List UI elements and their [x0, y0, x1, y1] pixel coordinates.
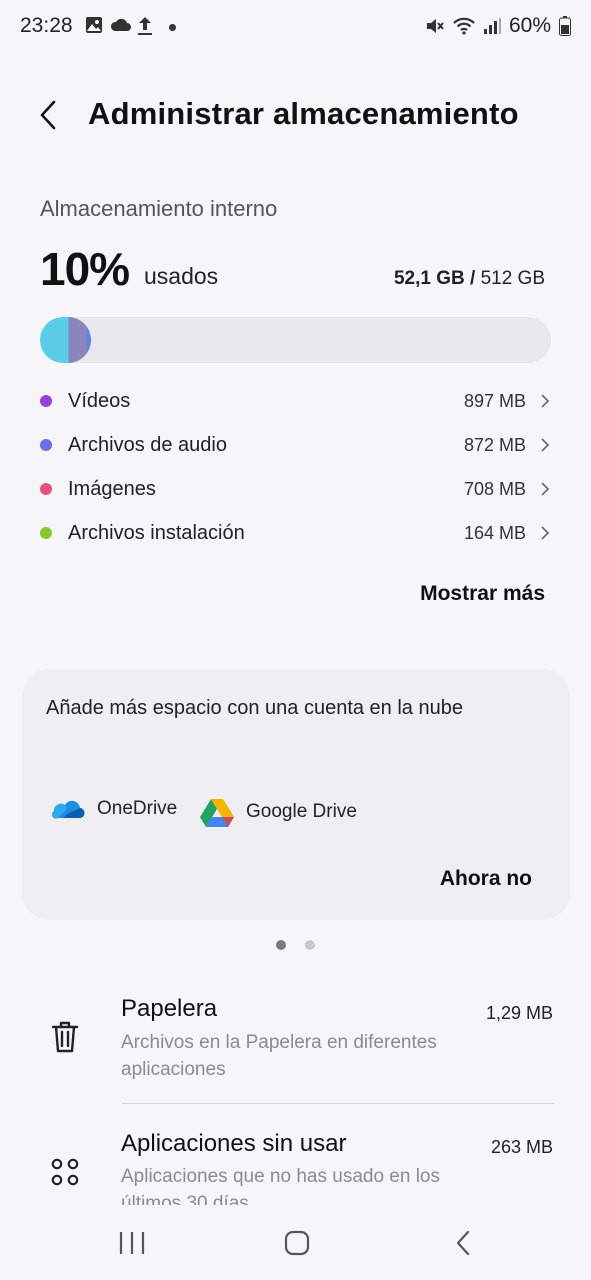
divider	[121, 1103, 554, 1104]
mute-icon	[426, 19, 444, 33]
home-icon[interactable]	[283, 1229, 311, 1257]
gallery-icon	[86, 17, 102, 33]
chevron-right-icon	[541, 526, 550, 540]
trash-icon	[51, 1021, 79, 1053]
category-size: 708 MB	[463, 478, 526, 499]
category-size: 164 MB	[463, 522, 526, 543]
category-row[interactable]: Archivos de audio 872 MB	[40, 427, 550, 463]
pager-dot	[305, 940, 315, 950]
show-more-button[interactable]: Mostrar más	[420, 582, 545, 606]
signal-icon	[483, 18, 501, 34]
category-dot	[40, 483, 52, 495]
category-label: Archivos de audio	[68, 433, 227, 456]
notification-dot-icon	[169, 24, 176, 31]
status-right: 60%	[425, 14, 571, 38]
usage-percent: 10%	[40, 243, 130, 295]
category-dot	[40, 395, 52, 407]
category-row[interactable]: Archivos instalación 164 MB	[40, 515, 550, 551]
onedrive-label: OneDrive	[97, 798, 178, 819]
battery-percent: 60%	[508, 14, 551, 37]
upload-icon	[138, 17, 152, 35]
category-dot	[40, 527, 52, 539]
trash-title: Papelera	[121, 995, 218, 1022]
trash-size: 1,29 MB	[485, 1003, 553, 1023]
category-label: Vídeos	[68, 389, 131, 412]
unused-apps-size: 263 MB	[490, 1137, 553, 1157]
storage-total: 52,1 GB / 512 GB	[394, 268, 545, 290]
category-size: 872 MB	[463, 434, 526, 455]
nav-back-icon[interactable]	[452, 1229, 474, 1257]
storage-capacity: 512 GB	[480, 268, 545, 289]
chevron-right-icon	[541, 438, 550, 452]
category-label: Archivos instalación	[68, 521, 245, 544]
usage-label: usados	[144, 263, 219, 289]
apps-icon	[51, 1158, 79, 1186]
category-label: Imágenes	[68, 477, 156, 500]
google-drive-option[interactable]: Google Drive	[200, 797, 357, 827]
pager-dot-active	[276, 940, 286, 950]
google-drive-icon	[200, 799, 234, 827]
navigation-bar	[0, 1205, 591, 1280]
category-row[interactable]: Imágenes 708 MB	[40, 471, 550, 507]
not-now-button[interactable]: Ahora no	[440, 867, 532, 891]
back-button[interactable]	[30, 94, 70, 138]
status-time: 23:28	[20, 14, 73, 37]
category-dot	[40, 439, 52, 451]
section-title: Almacenamiento interno	[40, 196, 278, 221]
back-chevron-icon	[40, 100, 56, 130]
storage-usage-bar	[40, 317, 551, 363]
unused-apps-subtitle: Aplicaciones que no has usado en los últ…	[121, 1166, 441, 1205]
category-size: 897 MB	[463, 390, 526, 411]
google-drive-label: Google Drive	[246, 801, 357, 822]
wifi-icon	[453, 17, 475, 35]
usage-fill	[40, 317, 91, 363]
page-title: Administrar almacenamiento	[88, 96, 519, 131]
onedrive-icon	[51, 800, 85, 819]
trash-subtitle: Archivos en la Papelera en diferentes ap…	[121, 1032, 437, 1080]
battery-icon	[559, 16, 571, 36]
cloud-icon	[110, 18, 131, 31]
chevron-right-icon	[541, 394, 550, 408]
onedrive-option[interactable]: OneDrive	[49, 797, 177, 821]
chevron-right-icon	[541, 482, 550, 496]
storage-used: 52,1 GB /	[393, 268, 476, 289]
category-row[interactable]: Vídeos 897 MB	[40, 383, 550, 419]
recents-icon[interactable]	[118, 1230, 146, 1256]
unused-apps-title: Aplicaciones sin usar	[121, 1130, 347, 1157]
cloud-card-text: Añade más espacio con una cuenta en la n…	[46, 697, 463, 719]
